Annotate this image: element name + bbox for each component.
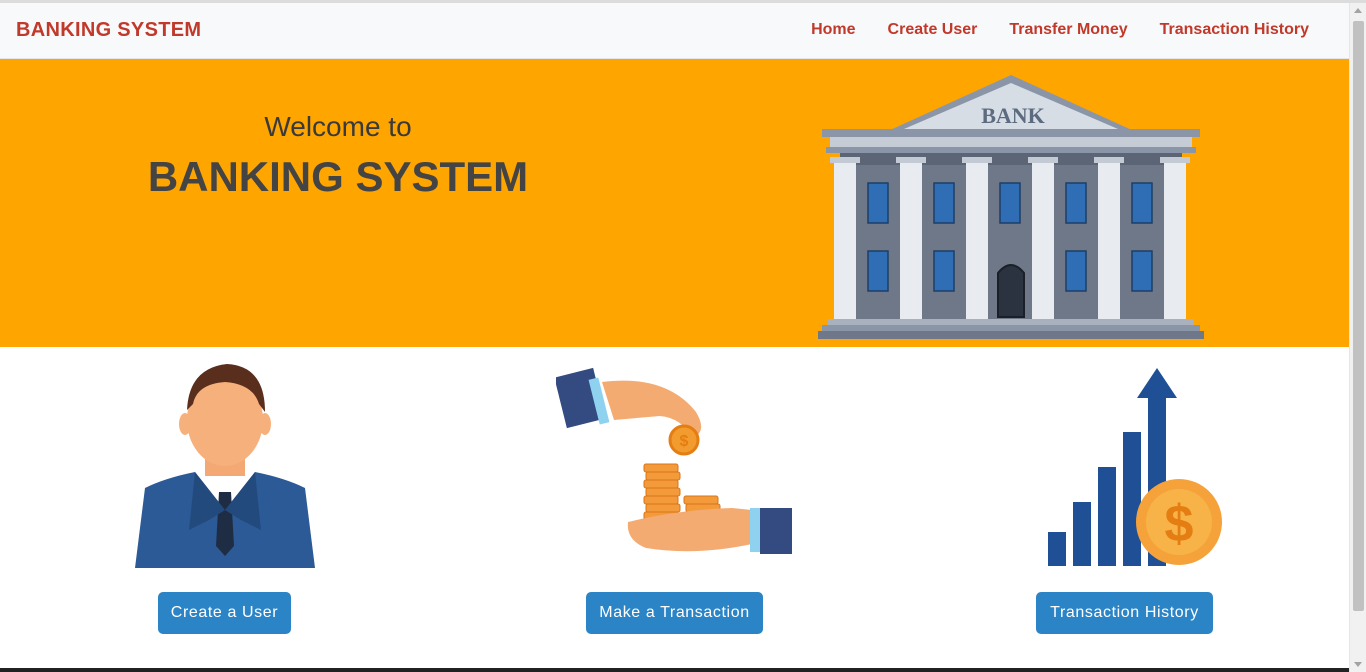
card-transaction-history: $ [1044,360,1224,568]
navbar: BANKING SYSTEM Home Create User Transfer… [0,3,1349,59]
svg-text:$: $ [680,433,689,450]
card-make-transaction: $ [556,360,794,556]
nav-home[interactable]: Home [811,21,855,39]
businessman-icon [135,364,315,568]
card-create-user [135,360,315,568]
page: BANKING SYSTEM Home Create User Transfer… [0,0,1366,672]
scroll-thumb[interactable] [1353,21,1364,611]
nav-create-user[interactable]: Create User [888,21,978,39]
bank-building-icon: BANK [818,75,1204,339]
bank-sign-text: BANK [981,103,1045,128]
make-transaction-button[interactable]: Make a Transaction [586,592,763,634]
hero-title: BANKING SYSTEM [147,153,529,200]
bottom-edge [0,668,1349,672]
scroll-up-arrow-icon[interactable] [1354,8,1362,13]
coins-hands-icon: $ [556,367,792,554]
hero-welcome-text: Welcome to [264,111,412,142]
nav-transaction-history[interactable]: Transaction History [1160,21,1309,39]
nav-transfer-money[interactable]: Transfer Money [1009,21,1127,39]
create-user-button[interactable]: Create a User [158,592,291,634]
hero-banner: Welcome to BANKING SYSTEM BANK [0,59,1349,347]
vertical-scrollbar[interactable] [1349,3,1366,672]
svg-text:$: $ [1165,495,1194,553]
growth-chart-icon: $ [1048,368,1222,566]
transaction-history-button[interactable]: Transaction History [1036,592,1213,634]
nav-links: Home Create User Transfer Money Transact… [811,21,1309,39]
scroll-down-arrow-icon[interactable] [1354,662,1362,667]
brand-logo[interactable]: BANKING SYSTEM [16,19,201,42]
